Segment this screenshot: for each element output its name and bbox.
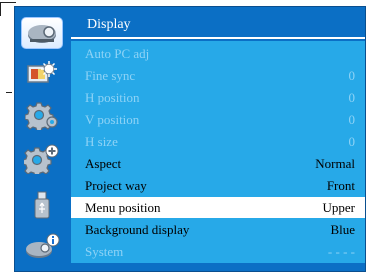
menu-item-label: H size [85, 133, 118, 149]
menu-item-value: Blue [330, 221, 355, 237]
menu-item-value: 0 [348, 89, 356, 105]
menu-item-menu-position[interactable]: Menu position Upper [71, 197, 365, 218]
osd-menu-window: Display Auto PC adj Fine sync 0 H positi… [14, 6, 366, 272]
crop-edge-top [0, 2, 16, 3]
menu-item-label: V position [85, 111, 140, 127]
menu-sidebar [15, 7, 71, 271]
menu-item-label: Menu position [85, 199, 161, 215]
menu-panel: Display Auto PC adj Fine sync 0 H positi… [71, 7, 365, 271]
menu-item-system: System - - - - [71, 241, 365, 262]
menu-item-fine-sync: Fine sync 0 [71, 65, 365, 86]
menu-item-aspect[interactable]: Aspect Normal [71, 153, 365, 174]
sidebar-item-expanded-setting[interactable] [21, 143, 63, 175]
image-settings-icon [27, 61, 57, 83]
gear-plus-icon [24, 144, 59, 174]
menu-item-project-way[interactable]: Project way Front [71, 175, 365, 196]
menu-item-h-position: H position 0 [71, 87, 365, 108]
sidebar-item-image[interactable] [21, 57, 63, 89]
sidebar-item-display[interactable] [21, 17, 63, 49]
crop-edge-left [0, 2, 1, 16]
menu-item-label: Fine sync [85, 67, 136, 83]
menu-item-value: 0 [348, 133, 356, 149]
display-icon [28, 25, 56, 43]
menu-item-value: Normal [315, 155, 355, 171]
info-icon [26, 233, 60, 258]
sidebar-item-information[interactable] [21, 231, 63, 263]
crop-edge-mark [6, 92, 12, 93]
menu-item-auto-pc-adj: Auto PC adj [71, 43, 365, 64]
menu-item-label: Auto PC adj [85, 45, 150, 61]
sidebar-item-memory-viewer[interactable] [21, 189, 63, 221]
menu-item-v-position: V position 0 [71, 109, 365, 130]
menu-item-value: 0 [348, 67, 356, 83]
menu-item-label: Project way [85, 177, 147, 193]
menu-item-value: 0 [348, 111, 356, 127]
menu-list: Auto PC adj Fine sync 0 H position 0 V p… [71, 41, 365, 263]
menu-item-value: - - - - [327, 243, 355, 259]
menu-item-value: Front [326, 177, 355, 193]
menu-item-value: Upper [322, 199, 356, 215]
title-divider [71, 37, 365, 39]
gear-icon [25, 102, 58, 130]
menu-item-background-display[interactable]: Background display Blue [71, 219, 365, 240]
menu-item-label: Aspect [85, 155, 122, 171]
usb-icon [34, 191, 50, 219]
menu-item-h-size: H size 0 [71, 131, 365, 152]
sidebar-item-setting[interactable] [21, 99, 63, 131]
menu-item-label: H position [85, 89, 140, 105]
menu-item-label: Background display [85, 221, 190, 237]
menu-item-label: System [85, 243, 124, 259]
